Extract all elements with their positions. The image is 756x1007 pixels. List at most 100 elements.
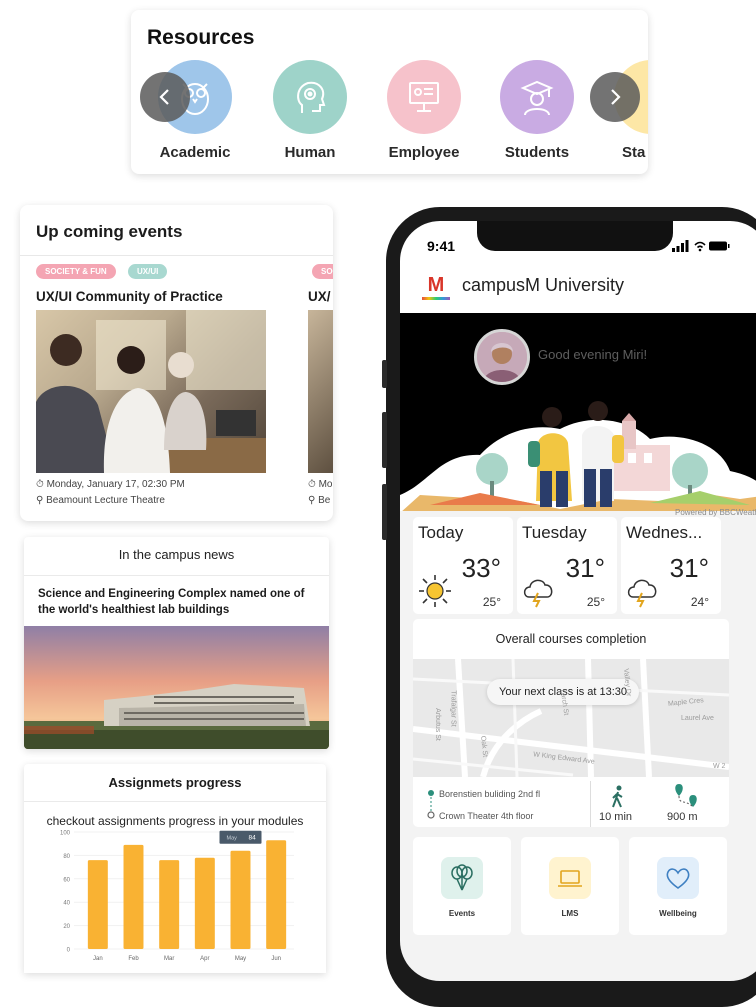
weather-card-tuesday[interactable]: Tuesday 31° 25° [517, 517, 617, 614]
bar-jun [266, 840, 287, 949]
tile-label: Wellbeing [659, 909, 697, 918]
street-label: Laurel Ave [681, 715, 714, 722]
weather-day: Tuesday [522, 523, 587, 542]
event-title[interactable]: UX/UI Community of Practice [36, 289, 223, 304]
event-date: ⏱ Mo [308, 479, 333, 490]
event-tag: SOCIETY & FUN [36, 264, 116, 279]
storm-cloud-icon [627, 579, 657, 608]
campusm-logo: M [422, 275, 450, 301]
y-tick-label: 80 [63, 854, 70, 860]
weather-card-today[interactable]: Today 33° 25° [413, 517, 513, 614]
weather-credit: Powered by BBCWeather [674, 508, 756, 517]
event-date: ⏱ Monday, January 17, 02:30 PM [36, 479, 185, 490]
tile-label: Events [448, 909, 476, 918]
weather-low: 25° [586, 595, 605, 609]
x-tick-label: Feb [128, 956, 139, 962]
weather-low: 25° [482, 595, 501, 609]
head-gear-icon [273, 60, 347, 134]
phone-side-button [382, 360, 387, 388]
x-tick-label: Apr [200, 956, 209, 962]
weather-temp: 31° [669, 553, 709, 583]
divider [590, 781, 591, 827]
campus-map[interactable]: Your next class is at 13:30 Arbutus St T… [413, 659, 729, 777]
dashboard-content: Powered by BBCWeather Today 33° 25° Tues… [400, 508, 756, 981]
news-headline[interactable]: Science and Engineering Complex named on… [38, 586, 319, 618]
street-label: Trafalgar St [449, 690, 457, 727]
resource-label: Students [504, 144, 570, 161]
resource-label: Human [284, 144, 336, 161]
news-title: In the campus news [118, 547, 235, 562]
app-header: M campusM University [400, 265, 756, 313]
bar-may [230, 850, 251, 949]
resource-human[interactable]: Human [260, 60, 360, 161]
events-title: Up coming events [36, 222, 183, 241]
phone-side-button [382, 412, 387, 468]
event-photo[interactable] [36, 310, 266, 473]
y-tick-label: 60 [63, 877, 70, 883]
weather-day: Today [418, 523, 464, 542]
weather-day: Wednes... [626, 523, 703, 542]
divider [24, 575, 329, 576]
route-line-icon [427, 790, 435, 819]
courses-completion-card[interactable]: Overall courses completion Your next cla… [413, 619, 729, 827]
tile-events[interactable]: Events [413, 837, 511, 935]
x-tick-label: Mar [164, 956, 174, 962]
tooltip-label: May [227, 836, 238, 842]
route-from: Borenstien buliding 2nd fl [439, 789, 541, 799]
weather-temp: 31° [565, 553, 605, 583]
greeting-text: Good evening Miri! [538, 347, 648, 362]
event-tag: UX/UI [128, 264, 168, 279]
status-time: 9:41 [427, 238, 456, 254]
campus-news-card: In the campus news Science and Engineeri… [24, 537, 329, 749]
students-illustration [400, 401, 756, 513]
tooltip-value: 84 [249, 835, 257, 842]
resources-title: Resources [147, 26, 255, 49]
resources-card: Resources Academic Human Employee Studen… [131, 10, 648, 174]
clock-icon: ⏱ [308, 479, 316, 490]
route-distance-icon [675, 784, 697, 808]
weather-card-wednesday[interactable]: Wednes... 31° 24° [621, 517, 721, 614]
phone-side-button [382, 484, 387, 540]
event-location: ⚲ Be [308, 495, 331, 506]
y-tick-label: 100 [60, 831, 71, 837]
walking-icon [612, 785, 623, 808]
app-title: campusM University [462, 275, 625, 295]
carousel-prev-button[interactable] [140, 72, 190, 122]
greeting-hero: Good evening Miri! [400, 313, 756, 513]
assignments-bar-chart: 0 20 40 60 80 100 Jan Feb Mar Apr May Jun May 84 [60, 831, 294, 962]
status-bar: 9:41 [400, 221, 756, 265]
resource-students[interactable]: Students [487, 60, 587, 161]
event-photo[interactable] [308, 310, 333, 473]
event-tag: SOC [312, 264, 333, 279]
heart-icon [657, 857, 699, 899]
y-tick-label: 40 [63, 901, 70, 907]
y-tick-label: 20 [63, 924, 70, 930]
divider [20, 255, 333, 256]
x-tick-label: Jan [93, 956, 103, 962]
upcoming-events-card: Up coming events SOCIETY & FUN UX/UI UX/… [20, 205, 333, 521]
avatar[interactable] [474, 329, 530, 385]
status-icons [672, 240, 730, 252]
bar-mar [159, 860, 180, 949]
assignments-progress-card: Assignmets progress checkout assignments… [24, 764, 326, 973]
phone-notch [477, 221, 673, 251]
tile-label: LMS [561, 909, 579, 918]
resource-employee[interactable]: Employee [374, 60, 474, 161]
sun-icon [419, 575, 451, 607]
location-pin-icon: ⚲ [36, 495, 44, 506]
phone-screen: 9:41 M campusM University Good evening M… [400, 221, 756, 981]
bar-apr [194, 857, 215, 949]
route-distance: 900 m [667, 811, 698, 823]
chevron-right-icon [611, 89, 621, 105]
news-photo[interactable] [24, 626, 329, 749]
carousel-next-button[interactable] [590, 72, 640, 122]
tile-lms[interactable]: LMS [521, 837, 619, 935]
graduate-icon [500, 60, 574, 134]
tile-wellbeing[interactable]: Wellbeing [629, 837, 727, 935]
event-title[interactable]: UX/ [308, 289, 331, 304]
x-tick-label: Jun [271, 956, 281, 962]
laptop-icon [549, 857, 591, 899]
y-tick-label: 0 [67, 948, 71, 954]
route-summary[interactable]: Borenstien buliding 2nd fl Crown Theater… [413, 781, 729, 827]
clock-icon: ⏱ [36, 479, 44, 490]
